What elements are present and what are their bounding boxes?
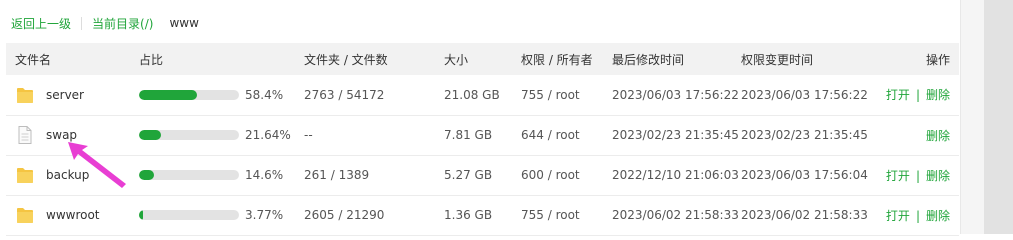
cell-ctime: 2023/02/23 21:35:45 <box>741 128 868 142</box>
cell-size: 1.36 GB <box>444 208 493 222</box>
table-row[interactable]: wwwroot 3.77% 2605 / 21290 1.36 GB 755 / roo… <box>6 195 959 235</box>
cell-mtime: 2023/02/23 21:35:45 <box>612 128 739 142</box>
delete-link[interactable]: 删除 <box>926 169 950 183</box>
file-table: 文件名 占比 文件夹 / 文件数 大小 权限 / 所有者 最后修改时间 权限变更… <box>6 43 959 236</box>
table-row[interactable]: swap 21.64% -- 7.81 GB 644 / root 2023/02/23 … <box>6 115 959 155</box>
usage-bar <box>139 170 239 181</box>
cell-size: 21.08 GB <box>444 87 500 102</box>
cell-usage: 3.77% <box>130 195 295 235</box>
usage-bar-fill <box>139 210 143 221</box>
usage-percent: 3.77% <box>245 208 284 223</box>
file-name[interactable]: wwwroot <box>46 208 100 222</box>
cell-usage: 14.6% <box>130 155 295 195</box>
usage-bar-fill <box>139 170 154 181</box>
cell-ops: 打开 | 删除 <box>868 195 959 235</box>
usage-bar-fill <box>139 130 161 141</box>
cell-counts: 261 / 1389 <box>304 168 370 182</box>
back-up-link[interactable]: 返回上一级 <box>11 15 71 32</box>
file-name[interactable]: backup <box>46 168 89 182</box>
col-usage[interactable]: 占比 <box>130 43 295 75</box>
table-row[interactable]: server 58.4% 2763 / 54172 21.08 GB 755 / roo… <box>6 75 959 115</box>
col-ops: 操作 <box>925 52 950 67</box>
cell-ops: 打开 | 删除 <box>868 155 959 195</box>
cell-counts: 2763 / 54172 <box>304 87 385 102</box>
breadcrumb: 返回上一级 当前目录(/) www <box>11 14 199 32</box>
col-name[interactable]: 文件名 <box>6 43 130 75</box>
usage-bar <box>139 90 239 100</box>
open-link[interactable]: 打开 <box>886 209 910 223</box>
cell-name[interactable]: wwwroot <box>6 195 130 235</box>
usage-bar <box>139 210 239 221</box>
cell-mtime: 2023/06/03 17:56:22 <box>612 87 739 102</box>
cell-usage: 21.64% <box>130 115 295 155</box>
delete-link[interactable]: 删除 <box>926 129 950 143</box>
usage-bar <box>139 130 239 141</box>
file-name[interactable]: server <box>46 88 84 102</box>
usage-bar-fill <box>139 90 198 100</box>
ops-separator: | <box>915 168 920 183</box>
cell-mtime: 2022/12/10 21:06:03 <box>612 168 739 182</box>
delete-link[interactable]: 删除 <box>926 88 950 102</box>
usage-percent: 58.4% <box>245 88 284 102</box>
col-counts[interactable]: 文件夹 / 文件数 <box>295 43 435 75</box>
cell-size: 5.27 GB <box>444 168 493 182</box>
breadcrumb-dir[interactable]: www <box>169 16 198 30</box>
cell-ctime: 2023/06/03 17:56:04 <box>741 168 868 182</box>
file-name[interactable]: swap <box>46 128 77 142</box>
cell-usage: 58.4% <box>130 75 295 115</box>
table-row[interactable]: backup 14.6% 261 / 1389 5.27 GB 600 / root 20… <box>6 155 959 195</box>
col-ctime[interactable]: 权限变更时间 <box>732 43 868 75</box>
cell-perm[interactable]: 600 / root <box>512 155 603 195</box>
folder-icon <box>16 85 34 105</box>
cell-name[interactable]: swap <box>6 115 130 155</box>
open-link[interactable]: 打开 <box>886 169 910 183</box>
usage-percent: 21.64% <box>245 128 291 143</box>
folder-icon <box>16 165 34 185</box>
col-size[interactable]: 大小 <box>435 43 512 75</box>
ops-separator: | <box>915 88 920 103</box>
col-mtime[interactable]: 最后修改时间 <box>603 43 732 75</box>
ops-separator: | <box>915 208 920 223</box>
folder-icon <box>16 205 34 225</box>
cell-name[interactable]: server <box>6 75 130 115</box>
cell-perm[interactable]: 755 / root <box>512 195 603 235</box>
cell-counts: 2605 / 21290 <box>304 208 385 222</box>
cell-size: 7.81 GB <box>444 128 493 142</box>
breadcrumb-divider <box>81 16 83 30</box>
cell-counts: -- <box>304 128 313 142</box>
cell-perm[interactable]: 755 / root <box>512 75 603 115</box>
cell-perm[interactable]: 644 / root <box>512 115 603 155</box>
gutter-divider <box>960 0 961 234</box>
cell-mtime: 2023/06/02 21:58:33 <box>612 208 739 222</box>
cell-name[interactable]: backup <box>6 155 130 195</box>
cell-ctime: 2023/06/02 21:58:33 <box>741 208 868 222</box>
usage-percent: 14.6% <box>245 168 284 183</box>
col-perm[interactable]: 权限 / 所有者 <box>512 43 603 75</box>
current-dir-link[interactable]: 当前目录(/) <box>92 15 153 32</box>
delete-link[interactable]: 删除 <box>926 209 950 223</box>
cell-ops: 删除 <box>868 115 959 155</box>
cell-ops: 打开 | 删除 <box>868 75 959 115</box>
cell-ctime: 2023/06/03 17:56:22 <box>741 87 868 102</box>
right-gutter <box>960 0 1013 234</box>
file-icon <box>16 125 34 145</box>
table-header: 文件名 占比 文件夹 / 文件数 大小 权限 / 所有者 最后修改时间 权限变更… <box>6 43 959 75</box>
gutter-shade <box>984 0 1013 234</box>
open-link[interactable]: 打开 <box>886 88 910 102</box>
